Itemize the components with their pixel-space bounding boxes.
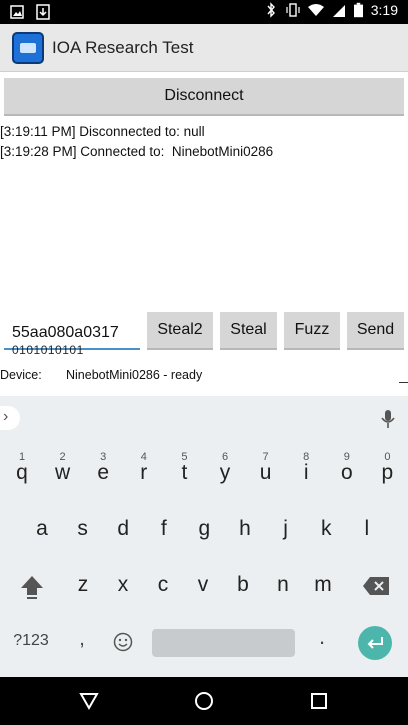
key-q[interactable]: 1q — [2, 448, 42, 498]
period-key[interactable]: . — [312, 624, 332, 650]
key-hint: 9 — [343, 451, 350, 463]
backspace-icon[interactable] — [362, 576, 390, 596]
key-a[interactable]: a — [22, 504, 62, 554]
bluetooth-icon — [267, 2, 275, 18]
navigation-bar — [0, 677, 408, 725]
device-label: Device: — [0, 368, 42, 382]
key-hint: 8 — [303, 451, 310, 463]
app-logo-icon — [12, 32, 44, 64]
key-h[interactable]: h — [225, 504, 265, 554]
signal-icon — [332, 5, 345, 17]
send-button[interactable]: Send — [347, 312, 404, 350]
key-label: y — [219, 461, 231, 484]
microphone-icon[interactable] — [380, 408, 396, 430]
symbols-key[interactable]: ?123 — [8, 632, 54, 650]
key-m[interactable]: m — [303, 560, 343, 610]
shift-icon[interactable] — [19, 573, 45, 601]
key-u[interactable]: 7u — [246, 448, 286, 498]
key-k[interactable]: k — [306, 504, 346, 554]
key-w[interactable]: 2w — [43, 448, 83, 498]
suggestion-strip: › — [0, 396, 408, 440]
key-hint: 3 — [100, 451, 107, 463]
comma-key[interactable]: , — [72, 628, 92, 651]
key-g[interactable]: g — [184, 504, 224, 554]
chevron-right-icon[interactable]: › — [0, 406, 20, 430]
key-z[interactable]: z — [63, 560, 103, 610]
key-label: t — [181, 461, 188, 484]
key-c[interactable]: c — [143, 560, 183, 610]
key-s[interactable]: s — [63, 504, 103, 554]
key-label: o — [340, 461, 353, 484]
action-bar: IOA Research Test — [0, 24, 408, 72]
key-hint: 6 — [221, 451, 229, 463]
recents-icon[interactable] — [310, 692, 328, 710]
steal-button[interactable]: Steal — [220, 312, 277, 350]
disconnect-button[interactable]: Disconnect — [4, 78, 404, 116]
steal2-button[interactable]: Steal2 — [147, 312, 213, 350]
app-title: IOA Research Test — [52, 38, 194, 57]
key-label: r — [140, 461, 148, 484]
key-r[interactable]: 4r — [124, 448, 164, 498]
download-notification-icon — [36, 4, 50, 20]
key-label: u — [259, 461, 272, 484]
key-p[interactable]: 0p — [367, 448, 407, 498]
key-l[interactable]: l — [347, 504, 387, 554]
enter-arrow-icon — [367, 637, 383, 649]
key-label: p — [381, 461, 394, 484]
battery-icon — [353, 2, 363, 18]
key-label: i — [303, 461, 309, 484]
space-bar[interactable] — [152, 629, 295, 657]
emoji-icon[interactable] — [113, 632, 133, 652]
key-hint: 5 — [181, 451, 188, 463]
fuzz-button[interactable]: Fuzz — [284, 312, 340, 350]
divider — [399, 382, 408, 383]
command-input-overflow-text: 0101010101 — [12, 343, 84, 357]
log-line: [3:19:28 PM] Connected to: NinebotMini02… — [0, 144, 274, 159]
key-label: e — [97, 461, 110, 484]
key-hint: 2 — [59, 451, 66, 463]
key-x[interactable]: x — [103, 560, 143, 610]
key-f[interactable]: f — [144, 504, 184, 554]
soft-keyboard: › 1q2w3e4r5t6y7u8i9o0p asdfghjkl zxcvbnm… — [0, 396, 408, 677]
back-icon[interactable] — [79, 691, 99, 711]
vibrate-icon — [286, 3, 300, 17]
key-j[interactable]: j — [266, 504, 306, 554]
home-icon[interactable] — [194, 691, 214, 711]
key-hint: 4 — [140, 451, 147, 463]
wifi-icon — [307, 4, 324, 16]
app-window: IOA Research Test Disconnect [3:19:11 PM… — [0, 24, 408, 396]
status-time: 3:19 — [370, 2, 398, 18]
key-b[interactable]: b — [223, 560, 263, 610]
key-v[interactable]: v — [183, 560, 223, 610]
key-d[interactable]: d — [103, 504, 143, 554]
device-status: NinebotMini0286 - ready — [66, 368, 203, 382]
key-i[interactable]: 8i — [286, 448, 326, 498]
key-y[interactable]: 6y — [205, 448, 245, 498]
key-o[interactable]: 9o — [327, 448, 367, 498]
status-bar: 3:19 — [0, 0, 408, 24]
key-hint: 1 — [18, 451, 26, 463]
log-line: [3:19:11 PM] Disconnected to: null — [0, 124, 205, 139]
key-label: w — [55, 461, 71, 484]
key-e[interactable]: 3e — [83, 448, 123, 498]
key-hint: 0 — [384, 451, 391, 463]
log-output: [3:19:11 PM] Disconnected to: null [3:19… — [0, 122, 408, 162]
key-hint: 7 — [262, 451, 269, 463]
enter-button[interactable] — [358, 626, 392, 660]
key-t[interactable]: 5t — [164, 448, 204, 498]
image-notification-icon — [10, 5, 24, 19]
key-label: q — [16, 461, 28, 484]
key-n[interactable]: n — [263, 560, 303, 610]
